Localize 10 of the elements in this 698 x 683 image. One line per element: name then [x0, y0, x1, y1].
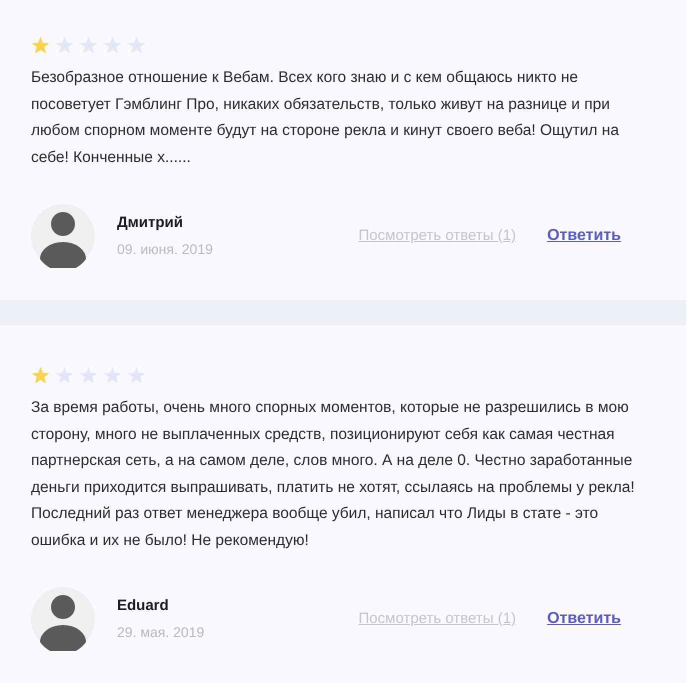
avatar-icon — [31, 204, 95, 268]
avatar-icon — [31, 587, 95, 651]
review-text: За время работы, очень много спорных моментов, которые не разрешились в мою сторону, много не выплаченных средств, позиционируют себя как самая честная партнерская сеть, а на самом деле, слов много. А на деле 0. Честно заработанные деньги приходится выпрашивать, платить не хотят, ссылаясь на проблемы у рекла! Последний раз ответ менеджера вообще убил, написал что Лиды в стате - это ошибка и их не было! Не рекомендую! — [31, 398, 636, 550]
review-text: Безобразное отношение к Вебам. Всех кого знаю и с кем общаюсь никто не посоветует Гэмблинг Про, никаких обязательств, только живут на разнице и при любом спорном моменте будут на стороне рекла и кинут своего веба! Ощутил на себе! Конченные х...... — [31, 68, 620, 168]
author-name: Дмитрий — [117, 212, 184, 233]
author-name: Eduard — [117, 596, 170, 616]
reply-link[interactable]: Ответить — [547, 607, 621, 631]
review-date: 29. мая. 2019 — [117, 623, 204, 642]
reply-link[interactable]: Ответить — [547, 224, 621, 248]
review-date: 09. июня. 2019 — [117, 240, 213, 260]
